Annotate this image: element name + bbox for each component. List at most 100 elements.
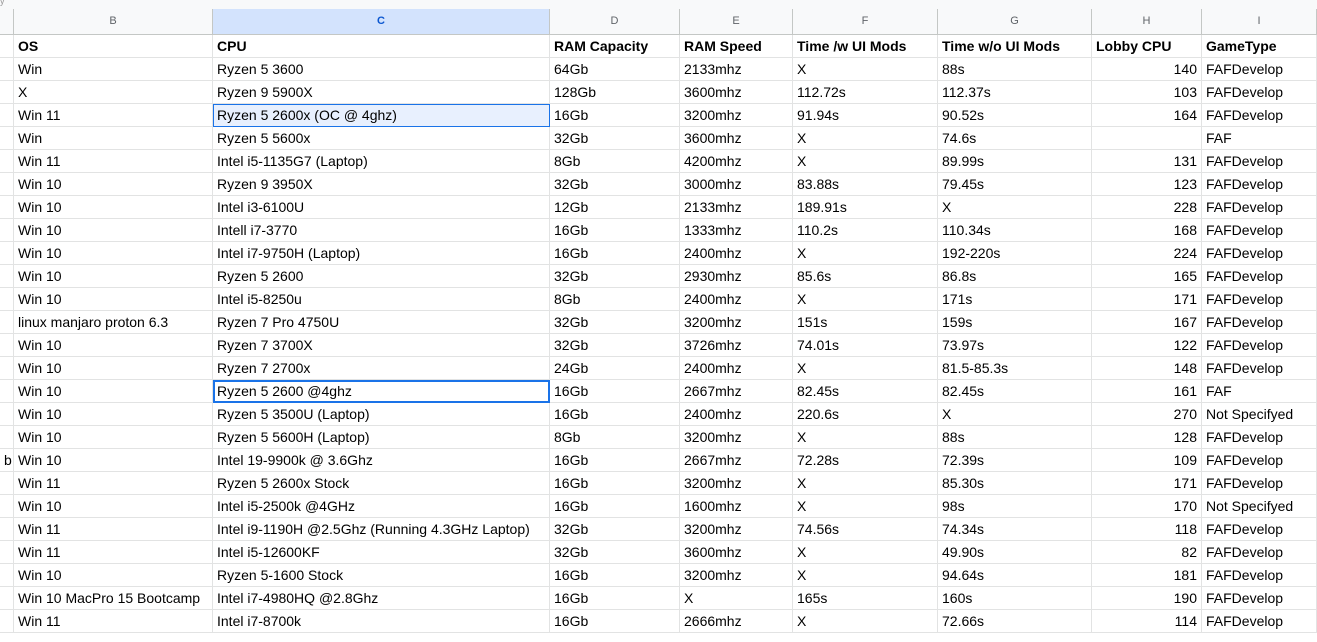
table-cell[interactable]: 3200mhz: [680, 426, 793, 449]
table-cell[interactable]: 1333mhz: [680, 219, 793, 242]
table-cell[interactable]: FAFDevelop: [1202, 265, 1317, 288]
table-cell[interactable]: Win 10: [14, 426, 213, 449]
table-cell[interactable]: X: [793, 288, 938, 311]
table-cell[interactable]: 90.52s: [938, 104, 1092, 127]
header-cell[interactable]: RAM Capacity: [550, 35, 680, 58]
table-cell[interactable]: FAFDevelop: [1202, 449, 1317, 472]
table-cell[interactable]: 161: [1092, 380, 1202, 403]
table-cell[interactable]: 8Gb: [550, 150, 680, 173]
table-cell[interactable]: Ryzen 9 3950X: [213, 173, 550, 196]
table-cell[interactable]: 112.37s: [938, 81, 1092, 104]
table-cell[interactable]: [1092, 127, 1202, 150]
table-cell[interactable]: Win: [14, 127, 213, 150]
table-cell[interactable]: Not Specifyed: [1202, 495, 1317, 518]
table-cell[interactable]: X: [793, 495, 938, 518]
table-cell[interactable]: 85.30s: [938, 472, 1092, 495]
header-cell[interactable]: OS: [14, 35, 213, 58]
table-cell[interactable]: Win 10: [14, 380, 213, 403]
table-cell[interactable]: FAFDevelop: [1202, 288, 1317, 311]
table-cell[interactable]: [0, 403, 14, 426]
table-cell[interactable]: Intel 19-9900k @ 3.6Ghz: [213, 449, 550, 472]
table-cell[interactable]: 16Gb: [550, 610, 680, 633]
table-cell[interactable]: 32Gb: [550, 265, 680, 288]
table-cell[interactable]: 3600mhz: [680, 541, 793, 564]
table-cell[interactable]: 79.45s: [938, 173, 1092, 196]
table-cell[interactable]: FAFDevelop: [1202, 564, 1317, 587]
table-cell[interactable]: 3000mhz: [680, 173, 793, 196]
table-cell[interactable]: FAFDevelop: [1202, 242, 1317, 265]
table-cell[interactable]: Intel i5-2500k @4GHz: [213, 495, 550, 518]
table-cell[interactable]: X: [793, 610, 938, 633]
table-cell[interactable]: [0, 334, 14, 357]
table-cell[interactable]: 32Gb: [550, 127, 680, 150]
column-header-d[interactable]: D: [550, 9, 680, 34]
table-cell[interactable]: 181: [1092, 564, 1202, 587]
table-cell[interactable]: 32Gb: [550, 541, 680, 564]
table-cell[interactable]: Ryzen 5 2600x (OC @ 4ghz): [213, 104, 550, 127]
table-cell[interactable]: 2400mhz: [680, 288, 793, 311]
table-cell[interactable]: 2400mhz: [680, 357, 793, 380]
table-cell[interactable]: Win: [14, 58, 213, 81]
table-cell[interactable]: Win 11: [14, 104, 213, 127]
table-cell[interactable]: FAFDevelop: [1202, 104, 1317, 127]
table-cell[interactable]: 4200mhz: [680, 150, 793, 173]
header-cell[interactable]: CPU: [213, 35, 550, 58]
table-cell[interactable]: 171s: [938, 288, 1092, 311]
table-cell[interactable]: Ryzen 5-1600 Stock: [213, 564, 550, 587]
table-cell[interactable]: 85.6s: [793, 265, 938, 288]
table-cell[interactable]: FAF: [1202, 127, 1317, 150]
table-cell[interactable]: 3200mhz: [680, 518, 793, 541]
table-cell[interactable]: 81.5-85.3s: [938, 357, 1092, 380]
table-cell[interactable]: 16Gb: [550, 104, 680, 127]
table-cell[interactable]: 16Gb: [550, 495, 680, 518]
table-cell[interactable]: [0, 610, 14, 633]
table-cell[interactable]: 3200mhz: [680, 104, 793, 127]
table-cell[interactable]: 2400mhz: [680, 242, 793, 265]
table-cell[interactable]: FAF: [1202, 380, 1317, 403]
table-cell[interactable]: 74.56s: [793, 518, 938, 541]
table-cell[interactable]: 16Gb: [550, 449, 680, 472]
table-cell[interactable]: 94.64s: [938, 564, 1092, 587]
table-cell[interactable]: Win 10: [14, 449, 213, 472]
table-cell[interactable]: Win 11: [14, 610, 213, 633]
table-cell[interactable]: 3200mhz: [680, 311, 793, 334]
table-cell[interactable]: 32Gb: [550, 311, 680, 334]
table-cell[interactable]: [0, 265, 14, 288]
table-cell[interactable]: FAFDevelop: [1202, 541, 1317, 564]
table-cell[interactable]: 73.97s: [938, 334, 1092, 357]
table-cell[interactable]: Intell i7-3770: [213, 219, 550, 242]
table-cell[interactable]: [0, 357, 14, 380]
table-cell[interactable]: 3726mhz: [680, 334, 793, 357]
table-cell[interactable]: [0, 426, 14, 449]
table-cell[interactable]: 32Gb: [550, 518, 680, 541]
table-cell[interactable]: 86.8s: [938, 265, 1092, 288]
table-cell[interactable]: 32Gb: [550, 173, 680, 196]
table-cell[interactable]: [0, 541, 14, 564]
table-cell[interactable]: 2133mhz: [680, 196, 793, 219]
table-cell[interactable]: 148: [1092, 357, 1202, 380]
table-cell[interactable]: [0, 518, 14, 541]
table-cell[interactable]: X: [793, 357, 938, 380]
table-cell[interactable]: Intel i9-1190H @2.5Ghz (Running 4.3GHz L…: [213, 518, 550, 541]
table-cell[interactable]: 98s: [938, 495, 1092, 518]
table-cell[interactable]: 171: [1092, 288, 1202, 311]
table-cell[interactable]: FAFDevelop: [1202, 196, 1317, 219]
table-cell[interactable]: 159s: [938, 311, 1092, 334]
table-cell[interactable]: 167: [1092, 311, 1202, 334]
table-cell[interactable]: 74.6s: [938, 127, 1092, 150]
header-cell[interactable]: Time w/o UI Mods: [938, 35, 1092, 58]
header-cell[interactable]: Lobby CPU: [1092, 35, 1202, 58]
table-cell[interactable]: 88s: [938, 426, 1092, 449]
table-cell[interactable]: Ryzen 5 2600x Stock: [213, 472, 550, 495]
table-cell[interactable]: 118: [1092, 518, 1202, 541]
table-cell[interactable]: FAFDevelop: [1202, 311, 1317, 334]
column-header-b[interactable]: B: [14, 9, 213, 34]
table-cell[interactable]: b: [0, 449, 14, 472]
column-header-h[interactable]: H: [1092, 9, 1202, 34]
table-cell[interactable]: Win 10: [14, 334, 213, 357]
table-cell[interactable]: 270: [1092, 403, 1202, 426]
table-cell[interactable]: 160s: [938, 587, 1092, 610]
table-cell[interactable]: 82.45s: [793, 380, 938, 403]
table-cell[interactable]: [0, 150, 14, 173]
table-cell[interactable]: 16Gb: [550, 219, 680, 242]
